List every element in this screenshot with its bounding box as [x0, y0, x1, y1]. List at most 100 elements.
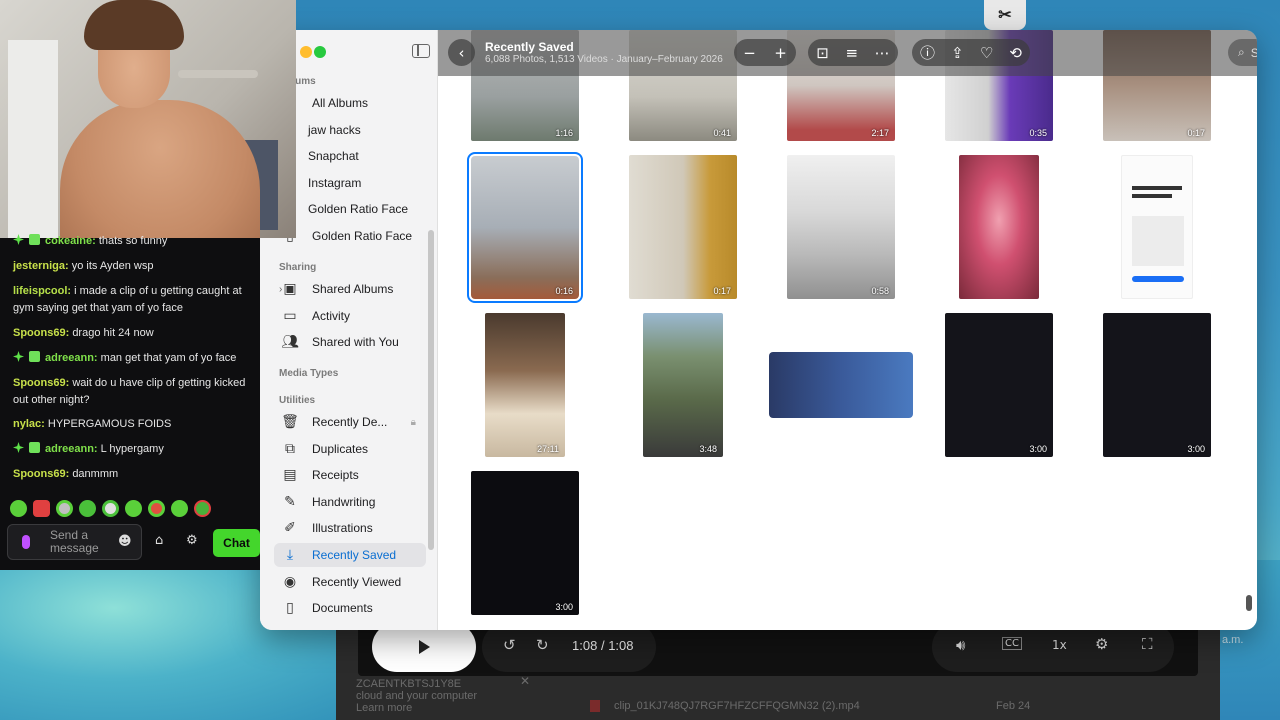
search-field[interactable]: ⌕ [1228, 39, 1257, 66]
emote-icon[interactable] [10, 500, 27, 517]
zoom-in-icon[interactable]: + [774, 44, 787, 62]
star-badge-icon [13, 442, 24, 453]
emote-bar [10, 500, 211, 517]
chat-message-input[interactable]: Send a message ☻ [7, 524, 142, 560]
emote-icon[interactable] [79, 500, 96, 517]
video-tile[interactable]: 3:00 [1103, 313, 1211, 457]
share-icon[interactable]: ⇪ [951, 44, 964, 62]
activity-icon: ▭ [283, 308, 297, 324]
duplicates-icon: ⧉ [285, 441, 295, 457]
sidebar-item-activity[interactable]: ▭ Activity [280, 304, 430, 328]
sidebar-item-handwriting[interactable]: ✎ Handwriting [280, 490, 430, 514]
chat-message: Spoons69: danmmm [13, 468, 119, 480]
sidebar-item-shared-albums[interactable]: ▣ Shared Albums [280, 277, 430, 301]
sidebar-item-shared-with-you[interactable]: 👥︎ Shared with You [280, 330, 430, 354]
video-tile[interactable]: 0:17 [629, 155, 737, 299]
settings-gear-icon[interactable]: ⚙ [186, 533, 198, 548]
video-tile[interactable]: 3:00 [945, 313, 1053, 457]
minimize-button[interactable] [300, 46, 312, 58]
emoji-icon[interactable]: ☻ [118, 534, 132, 549]
sidebar-item-jaw-hacks[interactable]: jaw hacks [280, 118, 430, 142]
close-icon[interactable]: ✕ [520, 674, 530, 688]
sidebar-scrollbar[interactable] [428, 230, 434, 550]
webcam-background-fan [178, 70, 258, 78]
filter-icon[interactable]: ≡ [845, 44, 858, 62]
photos-window: Albums ▦All Albums jaw hacks Snapchat In… [260, 30, 1257, 630]
receipt-icon: ▤ [283, 467, 297, 483]
eye-icon: ◉ [283, 574, 297, 590]
chat-message: adreeann: L hypergamy [13, 441, 257, 458]
info-icon[interactable]: ⓘ [920, 42, 935, 63]
screenshot-tile[interactable] [1121, 155, 1193, 299]
play-icon [418, 640, 430, 654]
sidebar-item-recently-saved[interactable]: ⤓ Recently Saved [274, 543, 426, 567]
sharing-header: Sharing [279, 262, 317, 273]
chevron-left-icon: ‹ [458, 43, 465, 62]
map-screenshot-tile[interactable] [769, 352, 913, 418]
sidebar-item-receipts[interactable]: ▤ Receipts [280, 463, 430, 487]
video-tile[interactable]: 3:00 [471, 471, 579, 615]
shared-albums-icon: ▣ [283, 281, 297, 297]
side-text: a.m. [1222, 634, 1244, 646]
screenshot-table [1132, 216, 1184, 266]
media-types-header[interactable]: Media Types [279, 368, 338, 379]
sidebar-item-documents[interactable]: ▯ Documents [280, 596, 430, 620]
rewind-10-icon[interactable]: ↺ [503, 636, 516, 654]
fullscreen-icon[interactable]: ⛶ [1142, 635, 1153, 653]
playback-speed[interactable]: 1x [1052, 638, 1067, 652]
sidebar-item-recently-deleted[interactable]: 🗑︎ Recently De... 🔒︎ [280, 410, 430, 434]
settings-gear-icon[interactable]: ⚙ [1095, 635, 1108, 653]
search-input[interactable] [1250, 45, 1257, 60]
grid-scrollbar[interactable] [1246, 595, 1252, 611]
back-button[interactable]: ‹ [448, 39, 475, 66]
chat-send-button[interactable]: Chat [213, 529, 260, 557]
view-controls: ⊡ ≡ ⋯ [808, 39, 898, 66]
sidebar-item-golden-ratio-face[interactable]: Golden Ratio Face [280, 197, 430, 221]
emote-icon[interactable] [194, 500, 211, 517]
download-date: Feb 24 [996, 700, 1031, 712]
emote-icon[interactable] [56, 500, 73, 517]
sidebar-item-duplicates[interactable]: ⧉ Duplicates [280, 437, 430, 461]
photos-toolbar: ‹ Recently Saved 6,088 Photos, 1,513 Vid… [438, 30, 1257, 76]
microphone-icon[interactable] [22, 535, 30, 549]
forward-10-icon[interactable]: ↻ [536, 636, 549, 654]
store-icon[interactable]: ⌂ [155, 533, 163, 548]
video-tile[interactable]: 0:58 [787, 155, 895, 299]
video-tile[interactable]: 27:11 [485, 313, 565, 457]
emote-icon[interactable] [33, 500, 50, 517]
player-time: 1:08 / 1:08 [572, 638, 634, 653]
chat-message: jesterniga: yo its Ayden wsp [13, 260, 154, 272]
volume-icon[interactable]: 🔊︎ [956, 636, 965, 654]
sidebar-item-illustrations[interactable]: ✐ Illustrations [280, 516, 430, 540]
rotate-icon[interactable]: ⟲ [1009, 44, 1022, 62]
heart-icon[interactable]: ♡ [980, 44, 993, 62]
emote-icon[interactable] [125, 500, 142, 517]
chat-message: adreeann: man get that yam of yo face [13, 350, 257, 367]
video-tile[interactable]: 3:48 [643, 313, 723, 457]
sub-badge-icon [29, 351, 40, 362]
star-badge-icon [13, 234, 24, 245]
zoom-out-icon[interactable]: − [743, 44, 756, 62]
sidebar-toggle-icon[interactable] [412, 44, 430, 58]
video-tile-selected[interactable]: 0:16 [467, 152, 583, 303]
emote-icon[interactable] [148, 500, 165, 517]
webcam-person [60, 100, 260, 238]
sidebar-item-golden-ratio-face-2[interactable]: ▯Golden Ratio Face [280, 224, 430, 248]
chat-message: cokeaine: thats so funny [13, 233, 257, 250]
screenshot-text-line [1132, 186, 1182, 190]
sidebar-item-recently-viewed[interactable]: ◉ Recently Viewed [280, 570, 430, 594]
capcut-icon[interactable]: ✂ [984, 0, 1026, 30]
sidebar-item-all-albums[interactable]: ▦All Albums [280, 91, 430, 115]
photo-tile[interactable] [959, 155, 1039, 299]
captions-icon[interactable]: CC [1002, 637, 1022, 650]
zoom-button[interactable] [314, 46, 326, 58]
sidebar-item-instagram[interactable]: Instagram [280, 171, 430, 195]
slideshow-icon[interactable]: ⊡ [816, 44, 829, 62]
emote-icon[interactable] [102, 500, 119, 517]
webcam-person-hair [84, 0, 184, 50]
download-filename[interactable]: clip_01KJ748QJ7RGF7HFZCFFQGMN32 (2).mp4 [614, 700, 860, 712]
emote-icon[interactable] [171, 500, 188, 517]
more-icon[interactable]: ⋯ [875, 44, 890, 62]
chat-message: Spoons69: wait do u have clip of getting… [13, 377, 246, 406]
sidebar-item-snapchat[interactable]: Snapchat [280, 144, 430, 168]
